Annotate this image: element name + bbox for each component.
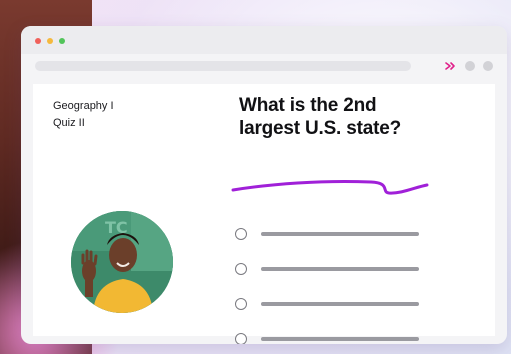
answer-option[interactable]	[235, 224, 435, 259]
question-text: What is the 2nd largest U.S. state?	[239, 94, 459, 140]
quiz-page: Geography I Quiz II What is the 2nd larg…	[33, 84, 495, 344]
question-line-2: largest U.S. state?	[239, 118, 401, 139]
answer-placeholder-bar	[261, 232, 419, 236]
question-line-1: What is the 2nd	[239, 95, 377, 116]
answer-placeholder-bar	[261, 267, 419, 271]
quiz-heading: Geography I Quiz II	[53, 98, 114, 132]
minimize-window-icon[interactable]	[47, 38, 53, 44]
answer-placeholder-bar	[261, 302, 419, 306]
quiz-name: Quiz II	[53, 117, 85, 129]
answer-option[interactable]	[235, 259, 435, 294]
underline-scribble	[231, 179, 429, 195]
radio-button[interactable]	[235, 263, 247, 275]
answer-option[interactable]	[235, 329, 435, 344]
answer-options	[235, 224, 435, 344]
title-bar	[21, 26, 507, 54]
answer-option[interactable]	[235, 294, 435, 329]
browser-window: Geography I Quiz II What is the 2nd larg…	[21, 26, 507, 344]
close-window-icon[interactable]	[35, 38, 41, 44]
browser-toolbar	[21, 54, 507, 80]
toolbar-button-icon[interactable]	[465, 61, 475, 71]
profile-icon[interactable]	[483, 61, 493, 71]
quiz-subject: Geography I	[53, 100, 114, 112]
radio-button[interactable]	[235, 333, 247, 344]
address-bar[interactable]	[35, 61, 411, 71]
presenter-avatar: TC	[71, 211, 173, 313]
answer-placeholder-bar	[261, 337, 419, 341]
radio-button[interactable]	[235, 228, 247, 240]
double-arrow-icon[interactable]	[443, 59, 457, 73]
radio-button[interactable]	[235, 298, 247, 310]
maximize-window-icon[interactable]	[59, 38, 65, 44]
stage: Geography I Quiz II What is the 2nd larg…	[0, 0, 511, 354]
